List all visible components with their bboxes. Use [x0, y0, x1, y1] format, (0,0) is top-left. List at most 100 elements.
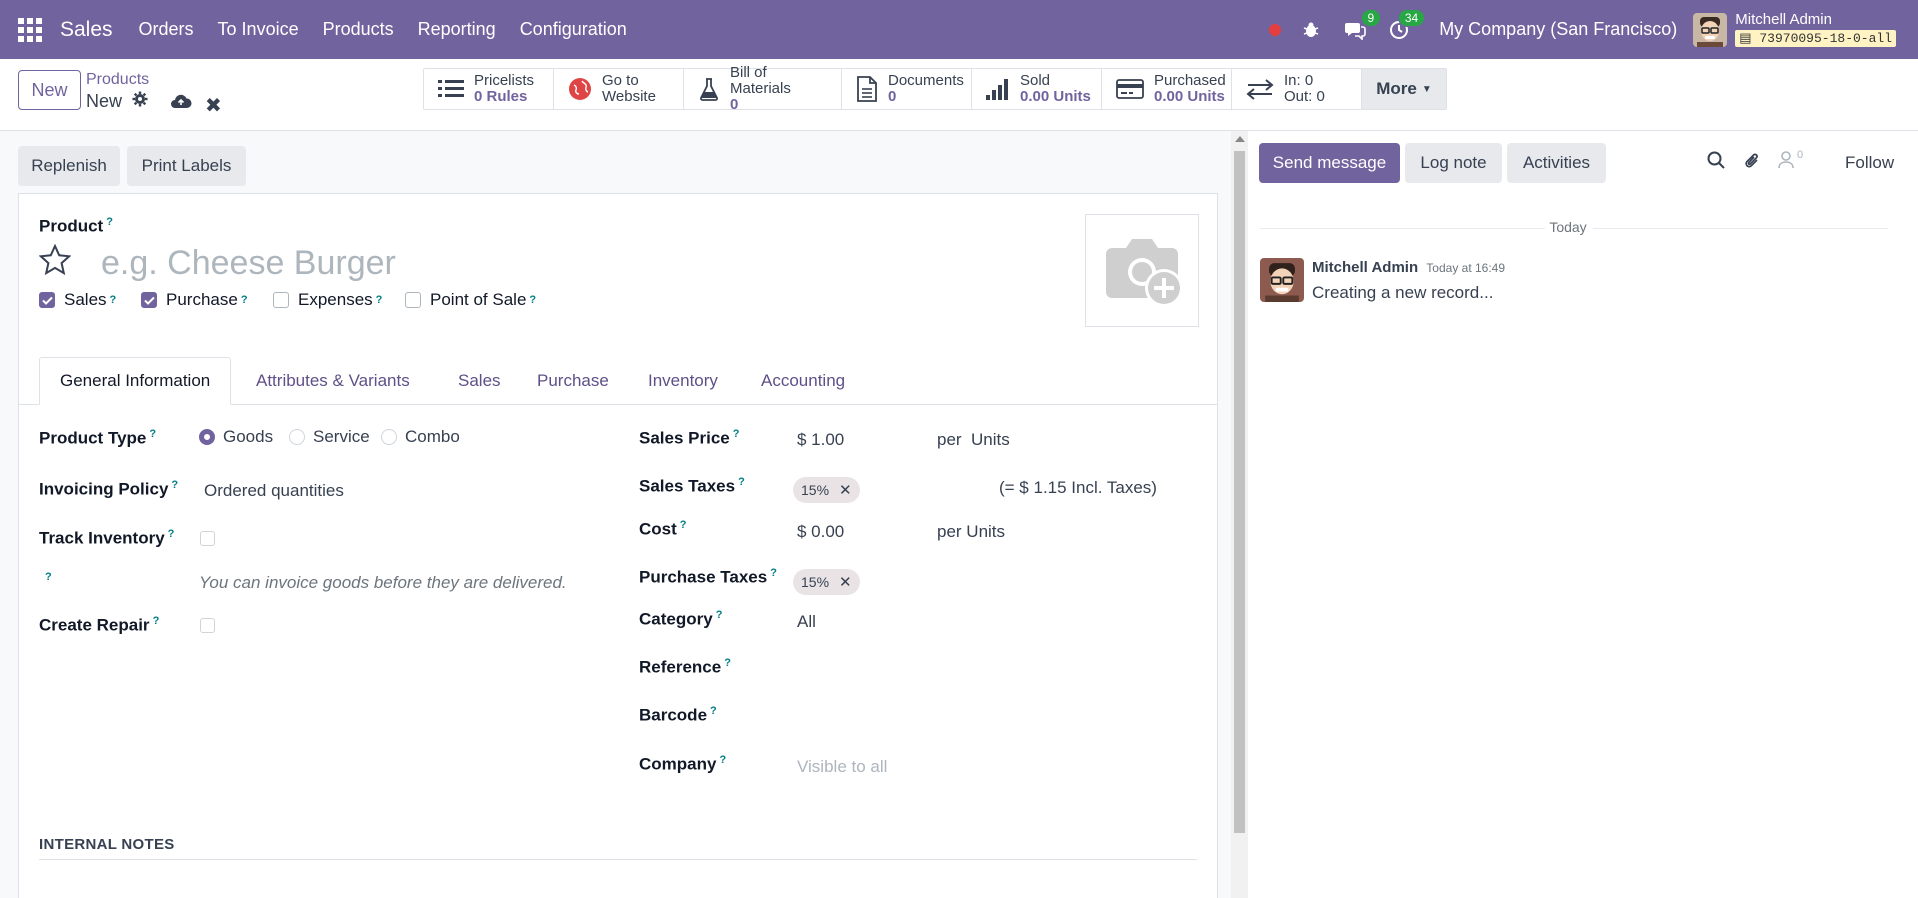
pricelists-label: Pricelists [474, 72, 535, 90]
signal-icon [986, 78, 1010, 100]
user-avatar[interactable] [1693, 12, 1728, 47]
caret-down-icon: ▼ [1421, 83, 1432, 95]
reference-input[interactable] [797, 657, 1177, 679]
radio-goods[interactable]: Goods [199, 427, 273, 447]
checkbox-unchecked-icon [405, 292, 421, 308]
section-divider [39, 859, 1197, 860]
replenish-button[interactable]: Replenish [18, 146, 120, 186]
activities-button[interactable]: Activities [1507, 143, 1606, 183]
purchased-value: 0.00 Units [1154, 88, 1225, 105]
product-image-upload[interactable] [1085, 214, 1199, 327]
tab-attributes-variants[interactable]: Attributes & Variants [256, 357, 410, 405]
send-message-button[interactable]: Send message [1259, 143, 1400, 183]
sales-price-input[interactable]: $ 1.00 [797, 430, 844, 450]
app-brand[interactable]: Sales [60, 18, 113, 42]
company-select[interactable]: Visible to all [797, 757, 887, 777]
debug-bug-icon[interactable] [1299, 18, 1323, 42]
sales-price-label: Sales Price? [639, 428, 740, 448]
incl-taxes-text: (= $ 1.15 Incl. Taxes) [999, 478, 1157, 497]
tab-general-information[interactable]: General Information [39, 357, 232, 405]
expenses-checkbox[interactable]: Expenses? [273, 290, 382, 310]
top-navbar: Sales Orders To Invoice Products Reporti… [0, 0, 1918, 59]
smart-button-purchased[interactable]: Purchased 0.00 Units [1102, 69, 1232, 109]
sales-checkbox[interactable]: Sales? [39, 290, 116, 310]
discard-x-icon[interactable]: ✖ [205, 93, 222, 118]
tab-accounting[interactable]: Accounting [761, 357, 845, 405]
scrollbar-thumb[interactable] [1234, 151, 1245, 833]
track-inventory-label: Track Inventory? [39, 528, 175, 548]
tab-inventory[interactable]: Inventory [648, 357, 718, 405]
menu-to-invoice[interactable]: To Invoice [206, 19, 311, 40]
checkbox-unchecked-icon [273, 292, 289, 308]
checkbox-checked-icon [141, 292, 157, 308]
purchased-label: Purchased [1154, 72, 1226, 90]
create-repair-checkbox[interactable] [200, 618, 215, 633]
create-repair-label: Create Repair? [39, 615, 160, 635]
flask-icon [698, 77, 720, 101]
camera-plus-icon [1106, 238, 1183, 307]
invoicing-policy-select[interactable]: Ordered quantities [204, 481, 344, 501]
gear-icon[interactable] [132, 91, 148, 112]
tab-sales[interactable]: Sales [458, 357, 501, 405]
documents-value: 0 [888, 88, 897, 105]
smart-button-in-out[interactable]: In: 0 Out: 0 [1232, 69, 1362, 109]
date-separator-label: Today [1549, 219, 1587, 235]
menu-configuration[interactable]: Configuration [508, 19, 639, 40]
purchase-checkbox[interactable]: Purchase? [141, 290, 248, 310]
message-author-avatar[interactable] [1260, 258, 1304, 302]
invoice-hint-text: You can invoice goods before they are de… [199, 573, 567, 592]
remove-tag-icon[interactable]: ✕ [839, 481, 852, 499]
messages-icon[interactable]: 9 [1343, 8, 1382, 42]
new-button[interactable]: New [18, 70, 81, 110]
purchase-taxes-label: Purchase Taxes? [639, 567, 777, 587]
exchange-icon [1246, 78, 1274, 100]
message-author-name[interactable]: Mitchell Admin [1312, 259, 1418, 276]
database-name: ▤ 73970095-18-0-all [1735, 30, 1896, 47]
radio-service[interactable]: Service [289, 427, 370, 447]
company-switcher[interactable]: My Company (San Francisco) [1439, 19, 1677, 40]
tab-purchase[interactable]: Purchase [537, 357, 609, 405]
track-inventory-checkbox[interactable] [200, 531, 215, 546]
category-label: Category? [639, 609, 723, 629]
barcode-input[interactable] [797, 705, 1177, 727]
radio-combo[interactable]: Combo [381, 427, 460, 447]
log-note-button[interactable]: Log note [1405, 143, 1502, 183]
activities-clock-icon[interactable]: 34 [1387, 8, 1426, 42]
product-name-input[interactable]: e.g. Cheese Burger [101, 244, 396, 283]
point-of-sale-checkbox[interactable]: Point of Sale? [405, 290, 536, 310]
followers-icon[interactable]: 0 [1778, 149, 1803, 169]
user-name: Mitchell Admin [1735, 11, 1832, 28]
smart-button-bill-of-materials[interactable]: Bill of Materials 0 [684, 65, 842, 112]
category-select[interactable]: All [797, 612, 816, 632]
more-dropdown-button[interactable]: More ▼ [1362, 69, 1446, 109]
smart-button-go-to-website[interactable]: Go to Website [554, 69, 684, 109]
favorite-star-icon[interactable] [38, 243, 72, 281]
user-menu[interactable]: Mitchell Admin ▤ 73970095-18-0-all [1735, 12, 1896, 47]
control-panel: New Products New ✖ Pricelists 0 Rules Go … [0, 59, 1918, 131]
form-sheet: Product? e.g. Cheese Burger Sales? Purch… [18, 193, 1218, 898]
remove-tag-icon[interactable]: ✕ [839, 573, 852, 591]
purchase-tax-tag[interactable]: 15% ✕ [793, 569, 860, 595]
smart-button-documents[interactable]: Documents 0 [842, 69, 972, 109]
menu-orders[interactable]: Orders [127, 19, 206, 40]
save-cloud-icon[interactable] [170, 93, 192, 114]
follow-button[interactable]: Follow [1845, 153, 1894, 173]
menu-products[interactable]: Products [311, 19, 406, 40]
form-scrollbar[interactable] [1231, 131, 1248, 898]
messages-count-badge: 9 [1360, 8, 1382, 27]
smart-button-sold[interactable]: Sold 0.00 Units [972, 69, 1102, 109]
cost-input[interactable]: $ 0.00 [797, 522, 844, 542]
help-tooltip-icon[interactable]: ? [45, 571, 52, 583]
print-labels-button[interactable]: Print Labels [127, 146, 246, 186]
pricelists-value: 0 Rules [474, 88, 528, 105]
recording-indicator[interactable] [1269, 23, 1282, 36]
smart-button-pricelists[interactable]: Pricelists 0 Rules [424, 69, 554, 109]
breadcrumb-products[interactable]: Products [86, 71, 149, 89]
attachment-paperclip-icon[interactable] [1743, 151, 1761, 171]
website-label: Website [602, 88, 656, 105]
menu-reporting[interactable]: Reporting [406, 19, 508, 40]
apps-menu-icon[interactable] [18, 17, 42, 42]
search-icon[interactable] [1707, 151, 1725, 169]
scroll-up-arrow-icon[interactable] [1235, 136, 1245, 142]
sales-tax-tag[interactable]: 15% ✕ [793, 477, 860, 503]
